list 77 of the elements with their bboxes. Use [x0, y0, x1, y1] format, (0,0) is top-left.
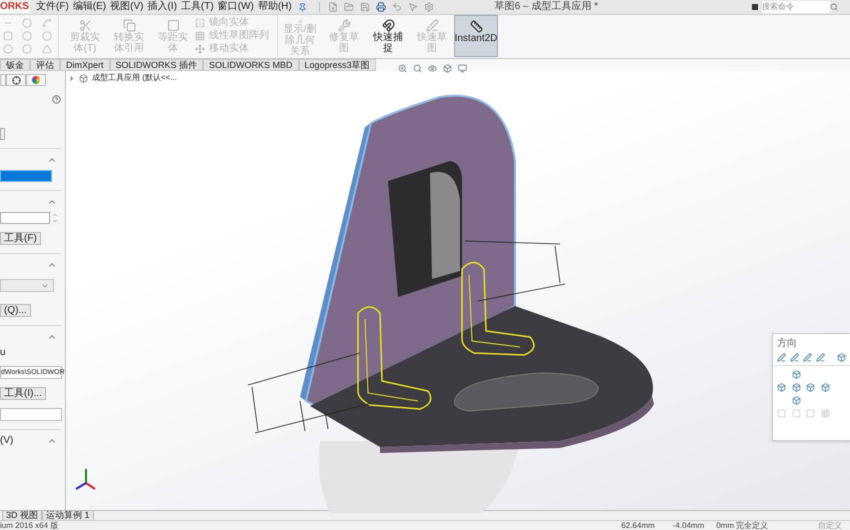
view-cube-icon[interactable] — [792, 370, 800, 379]
app-logo: ORKS — [0, 1, 30, 13]
panel-button[interactable]: 工具(I)... — [0, 387, 46, 400]
sketch-status: 完全定义 — [736, 521, 768, 530]
tool-icon — [338, 19, 350, 32]
panel-tab[interactable] — [6, 74, 26, 86]
crosshair-icon — [12, 76, 20, 84]
save-icon[interactable] — [360, 2, 370, 12]
view-cube-icon[interactable] — [777, 383, 786, 392]
panel-title: 方向 — [776, 336, 798, 350]
tool-icon — [195, 30, 205, 40]
view-cube-icon[interactable] — [792, 396, 800, 405]
new-file-icon[interactable] — [328, 2, 338, 12]
menu-item[interactable]: 编辑(E) — [70, 1, 108, 13]
tool-icon — [166, 19, 180, 32]
view-tool-icon[interactable] — [777, 353, 786, 362]
command-icon — [752, 4, 758, 10]
cube-icon[interactable] — [443, 64, 452, 73]
input-field[interactable] — [0, 212, 50, 224]
bottom-tab[interactable]: 运动算例 1 — [42, 511, 94, 520]
input-field[interactable] — [0, 408, 62, 421]
tool-icon — [78, 19, 92, 32]
search-icon[interactable] — [830, 3, 838, 11]
help-icon[interactable] — [52, 95, 61, 104]
tool-icon — [470, 20, 482, 33]
tool-icon — [122, 19, 136, 32]
folder-icon[interactable] — [344, 2, 354, 12]
menu-item[interactable]: 窗口(W) — [216, 1, 256, 13]
cube-icon[interactable] — [837, 353, 846, 362]
view-tool-icon[interactable] — [816, 353, 825, 362]
tree-item[interactable]: 成型工具应用 (默认<<... — [92, 73, 177, 83]
tool-icon — [382, 19, 394, 32]
panel-button[interactable]: 工具(F) — [0, 232, 41, 245]
coordinate-z: 0mm — [716, 521, 734, 530]
settings-icon[interactable] — [424, 2, 434, 12]
view-cube-icon[interactable] — [792, 383, 800, 392]
part-icon — [79, 74, 88, 82]
coordinate-y: -4.04mm — [672, 521, 704, 530]
panel-button[interactable]: (Q)... — [0, 304, 31, 317]
bottom-tab[interactable]: 3D 视图 — [2, 511, 42, 520]
command-tab[interactable]: DimXpert — [60, 59, 110, 71]
tool-icon — [195, 18, 205, 28]
coordinate-x: 62.64mm — [621, 521, 655, 530]
view-icon[interactable] — [428, 64, 437, 73]
command-tab[interactable]: 评估 — [30, 59, 60, 71]
units-text: 自定义 — [818, 521, 842, 530]
menu-item[interactable]: 文件(F) — [34, 1, 71, 13]
command-tab[interactable]: SOLIDWORKS MBD — [203, 59, 299, 71]
appearance-icon — [32, 76, 40, 84]
monitor-icon[interactable] — [458, 64, 467, 73]
status-text: ium 2016 x64 版 — [0, 521, 58, 530]
section-title: (V) — [0, 434, 14, 448]
tool-icon — [426, 19, 438, 32]
menu-item[interactable]: 插入(I) — [145, 1, 179, 13]
search-field[interactable]: 搜索命令 — [762, 1, 830, 13]
pointer-icon[interactable] — [408, 2, 418, 12]
search-icon[interactable] — [413, 64, 422, 73]
view-tool-icon[interactable] — [803, 353, 812, 362]
ribbon-button[interactable]: Instant2D — [454, 15, 498, 57]
command-tab[interactable]: SOLIDWORKS 插件 — [110, 59, 204, 71]
printer-icon[interactable] — [376, 2, 386, 12]
view-cube-icon[interactable] — [820, 383, 830, 392]
menu-item[interactable]: 帮助(H) — [256, 1, 294, 13]
undo-icon[interactable] — [392, 2, 402, 12]
tool-icon — [195, 44, 205, 54]
window-title: 草图6 – 成型工具应用 * — [494, 1, 598, 13]
pin-icon[interactable] — [298, 2, 307, 12]
expand-icon[interactable] — [68, 74, 75, 82]
zoom-icon[interactable] — [398, 64, 407, 73]
view-tool-icon[interactable] — [790, 353, 799, 362]
menu-item[interactable]: 视图(V) — [108, 1, 146, 13]
command-tab[interactable]: Logopress3草图 — [298, 59, 376, 71]
view-cube-icon[interactable] — [806, 383, 815, 392]
command-tab[interactable]: 钣金 — [0, 59, 30, 71]
field-label: u — [0, 347, 7, 358]
menu-item[interactable]: 工具(T) — [178, 1, 216, 13]
ribbon-button[interactable]: 快速捕捉 — [366, 15, 410, 57]
